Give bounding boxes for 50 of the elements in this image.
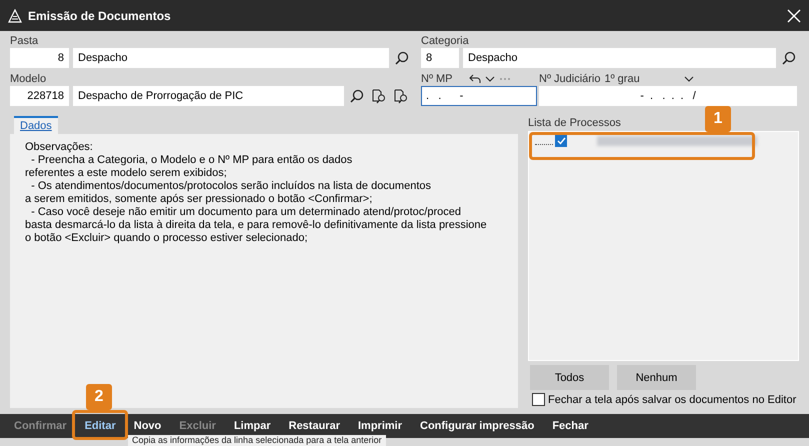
search-icon[interactable] xyxy=(780,49,798,67)
tooltip: Copia as informações da linha selecionada para a tela anterior xyxy=(128,435,386,446)
list-button[interactable]: Nenhum xyxy=(617,365,696,390)
notes-line: basta desmarcá-lo da lista à direita da tela, e para removê-lo definitivamente da lista pressione xyxy=(25,219,487,232)
mp-number-field[interactable]: . . - xyxy=(421,86,537,106)
notes-line: o botão <Excluir> quando o processo estiver selecionado; xyxy=(25,232,308,245)
list-label: Lista de Processos xyxy=(528,116,621,130)
code-field[interactable]: 8 xyxy=(421,48,459,68)
code-field[interactable]: 8 xyxy=(10,48,69,68)
toolbar-button[interactable]: Restaurar xyxy=(288,420,340,432)
checkbox[interactable] xyxy=(555,135,567,147)
toolbar-button[interactable]: Configurar impressão xyxy=(420,420,534,432)
app-logo-icon xyxy=(8,8,22,22)
checkbox[interactable] xyxy=(532,393,545,406)
notes-line: referentes a este modelo serem exibidos; xyxy=(25,167,227,180)
instance-label: 1º grau xyxy=(604,72,640,86)
toolbar-button[interactable]: Imprimir xyxy=(358,420,402,432)
window-title: Emissão de Documentos xyxy=(28,8,172,22)
notes-line: a serem emitidos, somente após ser pressionado o botão <Confirmar>; xyxy=(25,193,372,206)
notes-line: - Os atendimentos/documentos/protocolos serão incluídos na lista de documentos xyxy=(30,180,432,193)
tab[interactable]: Dados xyxy=(14,116,58,134)
document-search-icon[interactable] xyxy=(370,87,388,105)
callout-badge: 1 xyxy=(705,106,731,132)
field-label: Pasta xyxy=(10,34,40,48)
undo-icon[interactable] xyxy=(468,74,481,84)
chevron-down-icon[interactable] xyxy=(684,76,694,82)
close-icon[interactable] xyxy=(787,8,801,22)
callout-badge: 2 xyxy=(86,384,112,410)
toolbar-button[interactable]: Limpar xyxy=(234,420,271,432)
search-icon[interactable] xyxy=(348,87,366,105)
search-icon[interactable] xyxy=(393,49,411,67)
notes-line: - Caso você deseje não emitir um documento para um determinado atend/protoc/proced xyxy=(30,206,461,219)
judicial-number-field[interactable]: - . . . . / xyxy=(539,86,797,106)
field-label: Nº Judiciário xyxy=(539,72,600,86)
checkbox-label: Fechar a tela após salvar os documentos no Editor xyxy=(548,394,796,406)
toolbar-button[interactable]: Novo xyxy=(134,420,162,432)
document-search-icon[interactable] xyxy=(392,87,410,105)
toolbar-button[interactable]: Editar xyxy=(84,420,116,432)
chevron-down-icon[interactable] xyxy=(484,76,495,82)
list-button[interactable]: Todos xyxy=(530,365,609,390)
field-label: Nº MP xyxy=(421,72,453,86)
toolbar-button[interactable]: Fechar xyxy=(552,420,588,432)
field-label: Categoria xyxy=(421,34,470,48)
code-field[interactable]: 228718 xyxy=(10,86,69,106)
field-label: Modelo xyxy=(10,72,48,86)
name-field[interactable]: Despacho xyxy=(463,48,776,68)
name-field[interactable]: Despacho xyxy=(73,48,389,68)
name-field[interactable]: Despacho de Prorrogação de PIC xyxy=(73,86,344,106)
notes-line: Observações: xyxy=(25,141,93,154)
notes-line: - Preencha a Categoria, o Modelo e o Nº MP para então os dados xyxy=(30,154,352,167)
